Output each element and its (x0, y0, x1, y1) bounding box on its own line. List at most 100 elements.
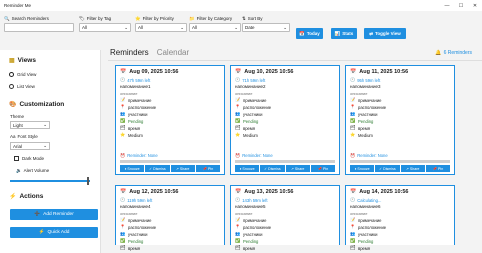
reminder-card[interactable]: 📅 Aug 13, 2025 10:56 🕐 143h 59m left напомин… (230, 185, 340, 251)
reminder-card[interactable]: 📅 Aug 14, 2025 10:56 🕐 Calculating... напоми… (345, 185, 455, 251)
card-description: описание (120, 211, 138, 216)
card-participants: участники (128, 111, 148, 117)
card-title: напоминание2 (235, 84, 266, 89)
toggle-view-button[interactable]: ⇄ Toggle View (364, 28, 406, 39)
list-view-radio[interactable]: List View (9, 84, 35, 89)
reminder-card[interactable]: 📅 Aug 12, 2025 10:56 🕐 119h 59m left напомин… (115, 185, 225, 251)
card-category: время (358, 125, 371, 131)
views-icon: ▦ (9, 58, 15, 64)
sort-icon: ⇅ (242, 15, 246, 21)
clock-icon: 🕐 (235, 77, 241, 82)
card-description: описание (350, 211, 368, 216)
card-date-row: 📅 Aug 09, 2025 10:56 (120, 69, 178, 75)
toggle-view-label: Toggle View (374, 31, 401, 36)
slider-thumb[interactable] (87, 177, 90, 185)
close-button[interactable]: ✕ (468, 0, 482, 11)
reminder-card[interactable]: 📅 Aug 11, 2025 10:56 🕐 95h 59m left напомина… (345, 65, 455, 175)
card-status: Pending (128, 118, 144, 124)
dismiss-button[interactable]: ✓ Dismiss (260, 165, 285, 172)
card-time-left: Calculating... (357, 197, 382, 203)
dismiss-button[interactable]: ✓ Dismiss (145, 165, 170, 172)
card-date-row: 📅 Aug 12, 2025 10:56 (120, 189, 178, 195)
tab-reminders[interactable]: Reminders (110, 48, 149, 57)
font-select[interactable]: Arial ⌄ (10, 142, 50, 150)
card-description: описание (235, 211, 253, 216)
card-description: описание (350, 91, 368, 96)
card-progress-bar (120, 160, 220, 163)
customization-title: Customization (19, 101, 65, 108)
card-category-row: 🗂 время (120, 125, 140, 131)
card-status: Pending (243, 118, 259, 124)
alarm-icon: ⏰ (350, 153, 356, 158)
priority-icon: ⭐ (350, 132, 356, 137)
add-reminder-button[interactable]: ➕ Add Reminder (10, 209, 98, 220)
dark-mode-checkbox[interactable]: Dark Mode (14, 156, 44, 161)
priority-filter-label: Filter by Priority (142, 16, 174, 21)
pin-button[interactable]: 📌 Pin (425, 165, 450, 172)
minimize-button[interactable]: — (440, 0, 454, 11)
card-date: Aug 11, 2025 10:56 (359, 69, 409, 75)
reminder-count-label: 6 Reminders (443, 50, 472, 56)
calendar-icon: 📅 (299, 30, 305, 36)
card-description: описание (235, 91, 253, 96)
note-icon: 📝 (235, 217, 241, 222)
card-date-row: 📅 Aug 11, 2025 10:56 (350, 69, 408, 75)
stats-button[interactable]: 📊 Stats (331, 28, 357, 39)
add-reminder-label: Add Reminder (43, 212, 74, 217)
share-button[interactable]: ↗ Share (170, 165, 195, 172)
reminder-card[interactable]: 📅 Aug 09, 2025 10:56 🕐 47h 59m left напомина… (115, 65, 225, 175)
snooze-button[interactable]: ⏸ Snooze (120, 165, 145, 172)
card-note-row: 📝 примечание (120, 97, 152, 103)
card-category: время (358, 245, 371, 251)
card-priority: Medium (358, 132, 373, 138)
card-title: напоминание4 (120, 204, 151, 209)
tag-filter: 🏷 Filter by Tag All ⌄ (79, 15, 131, 32)
card-reminder-label: Reminder: None (357, 153, 388, 158)
card-reminder: ⏰ Reminder: None (120, 153, 158, 159)
card-note: примечание (128, 217, 152, 223)
window-controls: — ☐ ✕ (440, 0, 482, 11)
card-status-row: ✅ Pending (350, 238, 373, 244)
snooze-button[interactable]: ⏸ Snooze (235, 165, 260, 172)
reminder-card[interactable]: 📅 Aug 10, 2025 10:56 🕐 71h 59m left напомина… (230, 65, 340, 175)
grid-view-radio[interactable]: Grid View (9, 72, 36, 77)
card-status: Pending (358, 118, 374, 124)
priority-select[interactable]: All ⌄ (135, 23, 187, 32)
category-filter-label: Filter by Category (196, 16, 233, 21)
share-button[interactable]: ↗ Share (400, 165, 425, 172)
lightning-icon: ⚡ (38, 230, 45, 235)
card-title: напоминание5 (235, 204, 266, 209)
dismiss-button[interactable]: ✓ Dismiss (375, 165, 400, 172)
card-category-row: 🗂 время (350, 245, 370, 251)
status-icon: ✅ (350, 118, 356, 123)
card-participants-row: 👥 участники (120, 111, 147, 117)
quick-add-button[interactable]: ⚡ Quick Add (10, 227, 98, 238)
card-date: Aug 13, 2025 10:56 (244, 189, 294, 195)
category-select[interactable]: All ⌄ (189, 23, 241, 32)
maximize-button[interactable]: ☐ (454, 0, 468, 11)
snooze-button[interactable]: ⏸ Snooze (350, 165, 375, 172)
card-reminder: ⏰ Reminder: None (350, 153, 388, 159)
font-value: Arial (13, 143, 23, 149)
radio-icon (9, 84, 14, 89)
tag-select[interactable]: All ⌄ (79, 23, 131, 32)
card-time-left-row: 🕐 47h 59m left (120, 77, 150, 83)
card-note: примечание (358, 217, 382, 223)
alert-volume-slider[interactable] (10, 177, 90, 185)
card-note-row: 📝 примечание (350, 97, 382, 103)
card-time-left: 95h 59m left (357, 77, 381, 83)
tab-calendar[interactable]: Calendar (157, 48, 189, 57)
today-button[interactable]: 📅 Today (296, 28, 323, 39)
sort-select[interactable]: Date ⌄ (242, 23, 290, 32)
pin-button[interactable]: 📌 Pin (195, 165, 220, 172)
category-select-value: All (192, 25, 198, 30)
card-date-row: 📅 Aug 13, 2025 10:56 (235, 189, 293, 195)
theme-select[interactable]: Light ⌄ (10, 121, 50, 129)
check-icon: ✓ (264, 166, 268, 171)
participants-icon: 👥 (120, 111, 126, 116)
share-button[interactable]: ↗ Share (285, 165, 310, 172)
card-progress-bar (235, 160, 335, 163)
search-input[interactable] (4, 23, 74, 32)
category-icon: 🗂 (235, 245, 241, 250)
pin-button[interactable]: 📌 Pin (310, 165, 335, 172)
